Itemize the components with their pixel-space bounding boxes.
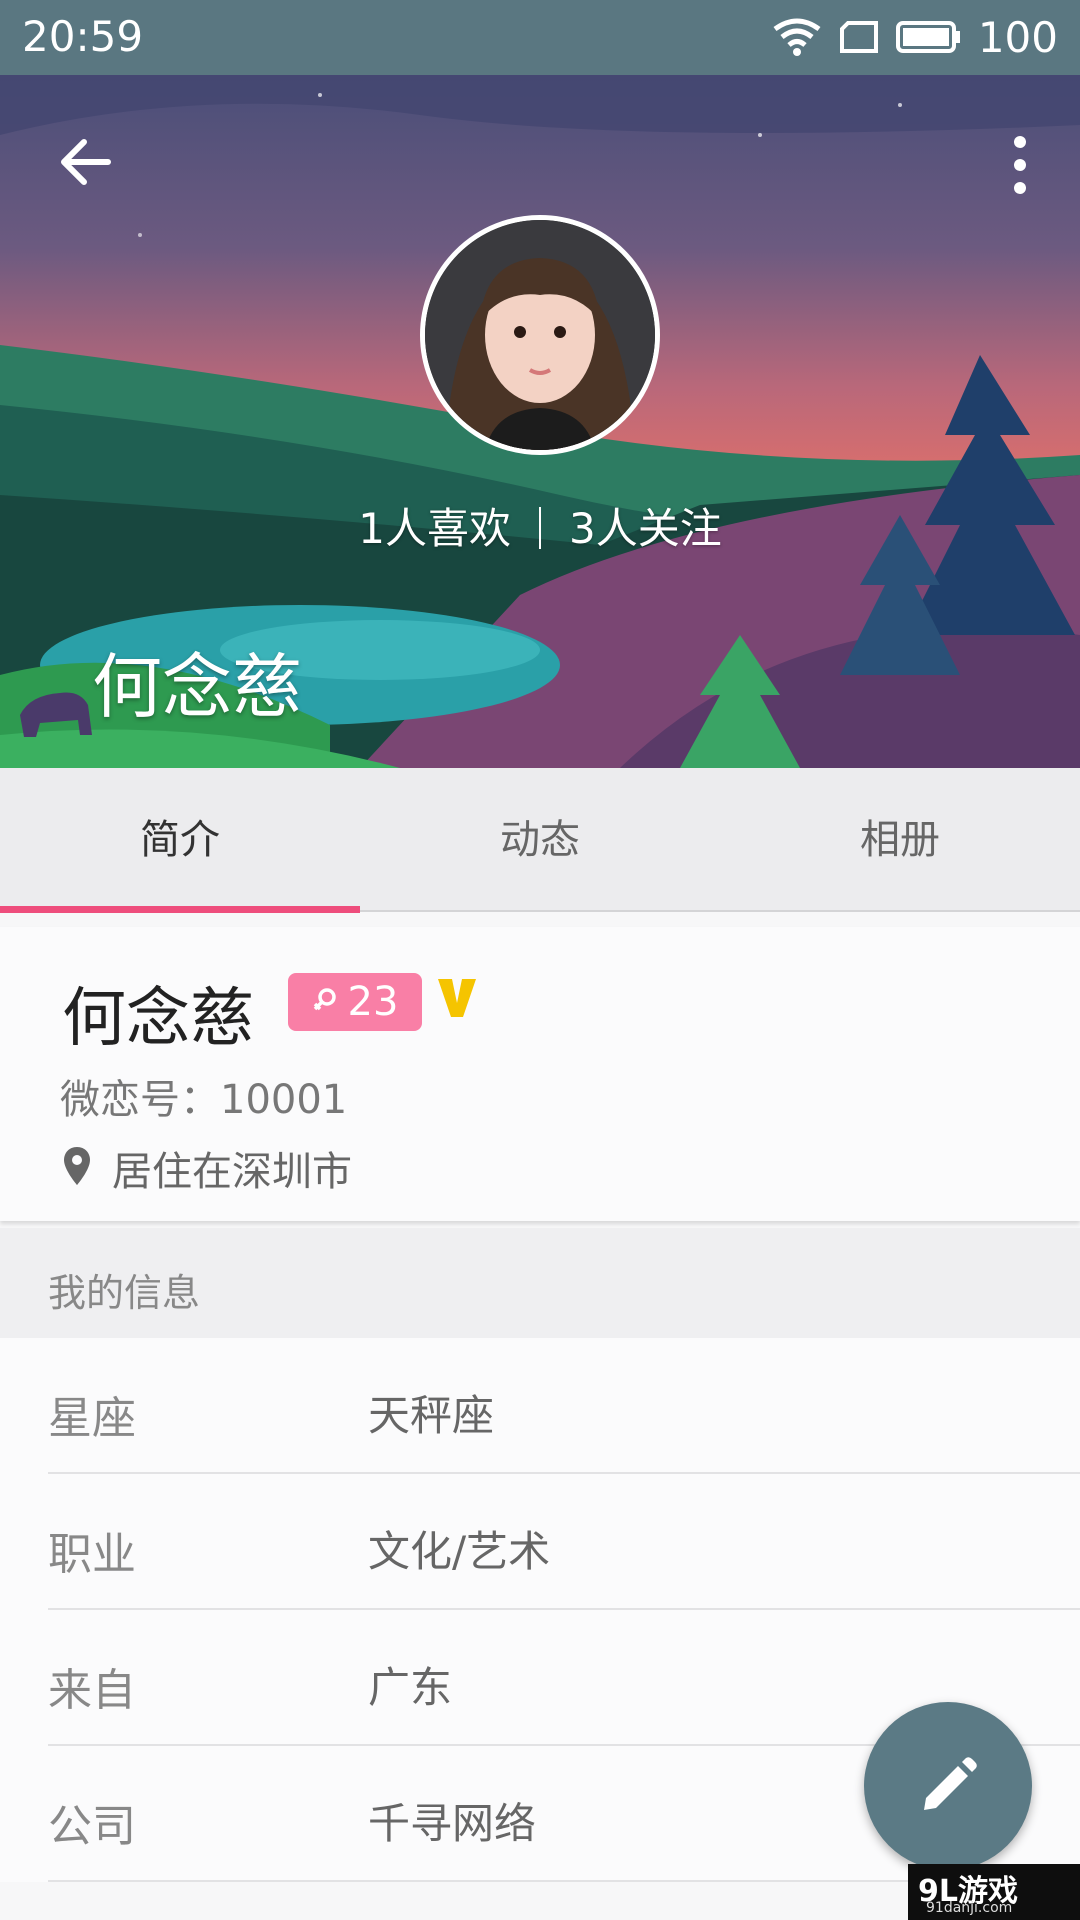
info-value: 文化/艺术 (368, 1527, 551, 1576)
more-options-icon[interactable] (1000, 130, 1040, 200)
info-label: 来自 (48, 1665, 136, 1716)
profile-header: 1人喜欢 3人关注 何念慈 (0, 75, 1080, 768)
tab-moments[interactable]: 动态 (360, 768, 720, 910)
user-id: 微恋号：10001 (60, 1077, 348, 1123)
my-info-section-header: 我的信息 (0, 1228, 1080, 1338)
pencil-icon (924, 1757, 977, 1810)
info-value: 天秤座 (368, 1391, 495, 1440)
wifi-icon (773, 18, 821, 56)
battery-icon (895, 21, 960, 53)
status-bar: 20:59 100 (0, 0, 1080, 75)
follows-count[interactable]: 3人关注 (569, 504, 722, 553)
tab-indicator (0, 906, 360, 913)
status-time: 20:59 (22, 12, 144, 61)
stats-divider (539, 507, 541, 549)
info-row-constellation: 星座 天秤座 (0, 1338, 1080, 1474)
likes-count[interactable]: 1人喜欢 (358, 504, 511, 553)
watermark-url: 91danji.com (926, 1900, 1013, 1916)
info-label: 职业 (48, 1529, 136, 1580)
info-value: 千寻网络 (368, 1799, 537, 1848)
edit-profile-button[interactable] (864, 1702, 1032, 1870)
status-icons: 100 (772, 12, 1058, 62)
tab-album[interactable]: 相册 (720, 768, 1080, 910)
battery-level: 100 (977, 12, 1058, 62)
avatar[interactable] (420, 215, 660, 455)
back-arrow-icon[interactable] (52, 130, 116, 194)
header-username: 何念慈 (92, 646, 302, 728)
info-value: 广东 (368, 1663, 453, 1712)
tab-intro[interactable]: 简介 (0, 768, 360, 910)
profile-card: 何念慈 23 微恋号：10001 居住在深圳市 (0, 927, 1080, 1221)
vip-icon (438, 979, 476, 1017)
profile-tabs: 简介 动态 相册 (0, 768, 1080, 912)
avatar-photo (425, 220, 655, 450)
info-label: 星座 (48, 1393, 136, 1444)
female-icon (313, 988, 336, 1011)
section-title: 我的信息 (48, 1271, 201, 1315)
age-value: 23 (347, 979, 399, 1025)
profile-name: 何念慈 (62, 982, 254, 1056)
location-pin-icon (64, 1147, 90, 1185)
gender-age-badge: 23 (288, 973, 422, 1031)
info-row-occupation: 职业 文化/艺术 (0, 1474, 1080, 1610)
follow-stats: 1人喜欢 3人关注 (0, 495, 1080, 556)
watermark: 9L游戏 91danji.com (908, 1864, 1080, 1920)
sim-card-icon (839, 21, 878, 53)
info-label: 公司 (48, 1801, 136, 1852)
location-text: 居住在深圳市 (112, 1149, 352, 1195)
